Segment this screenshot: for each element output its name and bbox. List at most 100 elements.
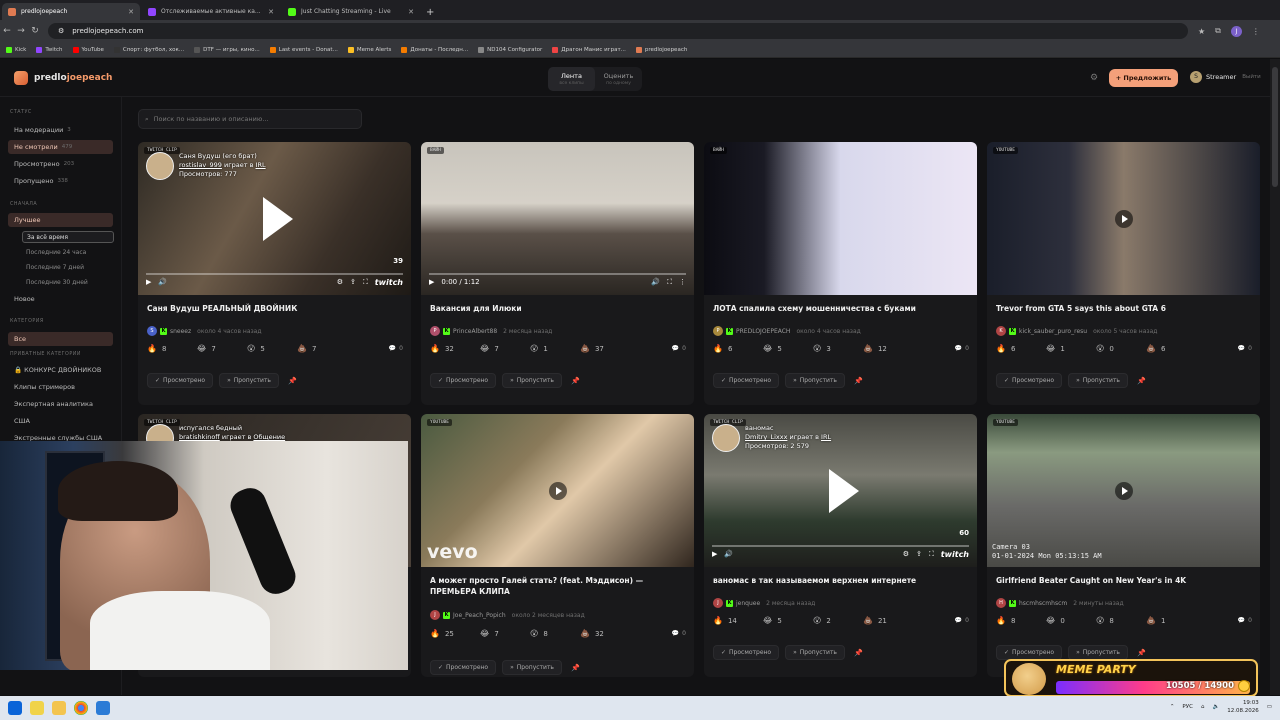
fire-reaction[interactable]: 🔥 32 [430, 344, 480, 353]
skip-button[interactable]: » Пропустить [1068, 645, 1128, 660]
laugh-reaction[interactable]: 😂 1 [1046, 344, 1096, 353]
clock[interactable]: 19:03 12.08.2026 [1227, 699, 1259, 715]
wow-reaction[interactable]: 😮 1 [530, 344, 580, 353]
yandex-browser-icon[interactable] [30, 701, 44, 715]
clip-title[interactable]: ваномас в так называемом верхнем интерне… [713, 575, 968, 586]
clip-thumbnail[interactable]: YOUTUBE [987, 142, 1260, 295]
play-icon[interactable] [828, 468, 859, 513]
bookmark-item[interactable]: Спорт: футбол, хок... [113, 46, 184, 53]
bookmark-item[interactable]: Twitch [36, 46, 63, 53]
skip-button[interactable]: » Пропустить [502, 373, 562, 388]
sidebar-item-unwatched[interactable]: Не смотрели 479 [8, 140, 113, 154]
author-name[interactable]: Joe_Peach_Popich [453, 612, 506, 619]
poop-reaction[interactable]: 💩 7 [297, 344, 347, 353]
sidebar-item-category[interactable]: США [8, 414, 113, 428]
clip-thumbnail[interactable]: TWITCH CLIP ваномас Dmitry_Lixxx играет в … [704, 414, 977, 567]
mark-watched-button[interactable]: ✓ Просмотрено [147, 373, 214, 388]
laugh-reaction[interactable]: 😂 0 [1046, 616, 1096, 625]
pin-icon[interactable]: 📌 [854, 649, 863, 657]
wow-reaction[interactable]: 😮 3 [813, 344, 863, 353]
pin-icon[interactable]: 📌 [1137, 649, 1146, 657]
site-logo[interactable]: predlojoepeach [14, 71, 112, 85]
bookmark-star-icon[interactable]: ★ [1198, 27, 1205, 36]
user-menu[interactable]: S Streamer Выйти [1190, 71, 1261, 83]
play-icon[interactable]: ▶ [429, 278, 434, 286]
mark-watched-button[interactable]: ✓ Просмотрено [713, 645, 780, 660]
fullscreen-icon[interactable]: ⛶ [667, 278, 672, 287]
period-30d[interactable]: Последние 30 дней [22, 276, 114, 288]
comments-count[interactable]: 💬 0 [672, 630, 686, 637]
skip-button[interactable]: » Пропустить [1068, 373, 1128, 388]
poop-reaction[interactable]: 💩 6 [1146, 344, 1196, 353]
settings-icon[interactable]: ⚙ [337, 278, 343, 286]
share-icon[interactable]: ⇪ [350, 278, 356, 286]
clip-thumbnail[interactable]: TWITCH CLIP Саня Вудуш (его брат) rostisla… [138, 142, 411, 295]
wow-reaction[interactable]: 😮 2 [813, 616, 863, 625]
sidebar-item-skipped[interactable]: Пропущено 338 [8, 174, 113, 188]
scrollbar-thumb[interactable] [1272, 67, 1278, 187]
comments-count[interactable]: 💬 0 [672, 345, 686, 352]
play-icon[interactable] [262, 196, 293, 241]
author-name[interactable]: PREDLOJOEPEACH [736, 328, 790, 335]
wow-reaction[interactable]: 😮 5 [247, 344, 297, 353]
skip-button[interactable]: » Пропустить [502, 660, 562, 675]
author-name[interactable]: hscmhscmhscm [1019, 600, 1067, 607]
close-tab-icon[interactable]: ✕ [268, 8, 274, 16]
clip-title[interactable]: Вакансия для Илюки [430, 303, 685, 314]
bookmark-item[interactable]: ND104 Configurator [478, 46, 542, 53]
bookmark-item[interactable]: YouTube [72, 46, 104, 53]
skip-button[interactable]: » Пропустить [785, 645, 845, 660]
network-icon[interactable]: ⌂ [1201, 704, 1205, 710]
wow-reaction[interactable]: 😮 8 [1096, 616, 1146, 625]
author-name[interactable]: kick_sauber_puro_resu [1019, 328, 1087, 335]
bookmark-item[interactable]: Meme Alerts [347, 46, 391, 53]
sidebar-item-category[interactable]: Клипы стримеров [8, 380, 113, 394]
laugh-reaction[interactable]: 😂 7 [480, 344, 530, 353]
chrome-icon[interactable] [74, 701, 88, 715]
pin-icon[interactable]: 📌 [571, 377, 580, 385]
clip-thumbnail[interactable]: ВАЙН [704, 142, 977, 295]
author-name[interactable]: sneeez [170, 328, 191, 335]
comments-count[interactable]: 💬 0 [1238, 345, 1252, 352]
start-icon[interactable] [8, 701, 22, 715]
comments-count[interactable]: 💬 0 [955, 617, 969, 624]
sidebar-item-new[interactable]: Новое [8, 292, 113, 306]
fullscreen-icon[interactable]: ⛶ [929, 550, 934, 559]
volume-icon[interactable]: 🔊 [651, 278, 660, 286]
browser-tab[interactable]: Just Chatting Streaming - Live ✕ [282, 3, 420, 20]
laugh-reaction[interactable]: 😂 5 [763, 616, 813, 625]
clip-title[interactable]: Trevor from GTA 5 says this about GTA 6 [996, 303, 1251, 314]
sidebar-item-moderation[interactable]: На модерации 3 [8, 123, 113, 137]
bookmark-item[interactable]: Драгон Манис играт... [552, 46, 626, 53]
comments-count[interactable]: 💬 0 [955, 345, 969, 352]
forward-icon[interactable]: → [14, 26, 28, 36]
pin-icon[interactable]: 📌 [288, 377, 297, 385]
clip-title[interactable]: Girlfriend Beater Caught on New Year's i… [996, 575, 1251, 586]
pin-icon[interactable]: 📌 [854, 377, 863, 385]
suggest-button[interactable]: + Предложить [1109, 69, 1178, 87]
mark-watched-button[interactable]: ✓ Просмотрено [430, 373, 497, 388]
period-24h[interactable]: Последние 24 часа [22, 246, 114, 258]
reload-icon[interactable]: ↻ [28, 26, 42, 36]
bookmark-item[interactable]: Kick [6, 46, 26, 53]
progress-bar[interactable] [429, 273, 686, 275]
bookmark-item[interactable]: Last events - Donat... [269, 46, 338, 53]
clip-thumbnail[interactable]: ВАЙН ▶ 0:00 / 1:12 🔊 ⛶ ⋮ [421, 142, 694, 295]
sidebar-item-best[interactable]: Лучшее [8, 213, 113, 227]
laugh-reaction[interactable]: 😂 5 [763, 344, 813, 353]
comments-count[interactable]: 💬 0 [1238, 617, 1252, 624]
bookmark-item[interactable]: Донаты - Последн... [401, 46, 468, 53]
poop-reaction[interactable]: 💩 12 [863, 344, 913, 353]
mark-watched-button[interactable]: ✓ Просмотрено [996, 373, 1063, 388]
period-7d[interactable]: Последние 7 дней [22, 261, 114, 273]
browser-tab[interactable]: predlojoepeach ✕ [2, 3, 140, 20]
tray-chevron-icon[interactable]: ⌃ [1170, 704, 1175, 710]
browser-tab[interactable]: Отслеживаемые активные ка... ✕ [142, 3, 280, 20]
fire-reaction[interactable]: 🔥 6 [996, 344, 1046, 353]
poop-reaction[interactable]: 💩 21 [863, 616, 913, 625]
app-icon[interactable] [96, 701, 110, 715]
logout-link[interactable]: Выйти [1242, 74, 1260, 80]
sidebar-item-all[interactable]: Все [8, 332, 113, 346]
play-icon[interactable]: ▶ [146, 278, 151, 286]
play-icon[interactable] [548, 481, 567, 500]
